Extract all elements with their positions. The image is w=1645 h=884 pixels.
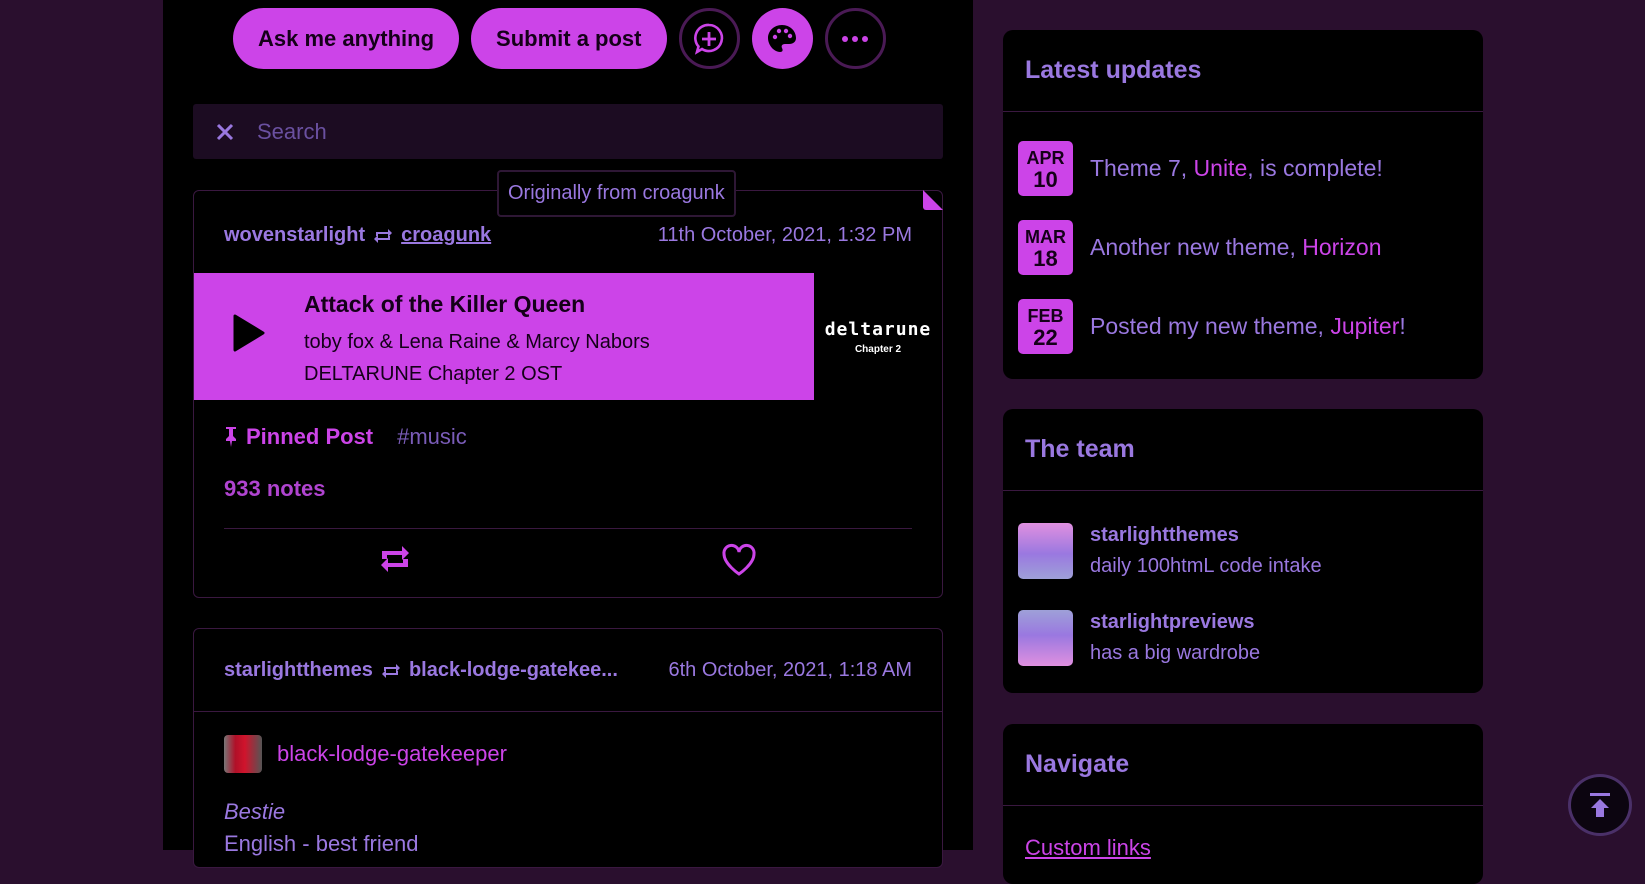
team-member[interactable]: starlightpreviews has a big wardrobe [1018,610,1260,666]
team-card: The team starlightthemes daily 100htmL c… [1003,409,1483,693]
tag-link[interactable]: #music [397,424,467,450]
post: Originally from croagunk wovenstarlight … [193,170,943,598]
submit-post-button[interactable]: Submit a post [471,8,667,69]
member-bio: daily 100htmL code intake [1090,555,1322,577]
reblog-trail-user[interactable]: black-lodge-gatekeeper [277,741,507,767]
like-button-icon[interactable] [721,543,757,577]
update-link[interactable]: Unite [1194,155,1248,181]
member-info: starlightpreviews has a big wardrobe [1090,611,1260,665]
post-body-italic: Bestie [224,799,286,824]
post-author[interactable]: wovenstarlight [224,224,365,247]
audio-player: Attack of the Killer Queen toby fox & Le… [194,273,814,400]
ask-button[interactable]: Ask me anything [233,8,460,69]
update-link[interactable]: Horizon [1302,234,1381,260]
post-body-text: English - best friend [224,831,419,856]
search-bar [193,104,943,159]
post-date[interactable]: 11th October, 2021, 1:32 PM [658,224,912,247]
top-actions: Ask me anything Submit a post [233,8,886,69]
search-input[interactable] [255,117,859,146]
navigate-card: Navigate Custom links [1003,724,1483,884]
date-badge: MAR 18 [1018,220,1073,275]
update-item: FEB 22 Posted my new theme, Jupiter! [1018,299,1406,354]
post-tags: Pinned Post #music [224,424,467,450]
divider [194,711,942,712]
scroll-to-top-button[interactable] [1568,774,1632,836]
update-item: APR 10 Theme 7, Unite, is complete! [1018,141,1383,196]
album-art-logo: deltarune [824,318,932,340]
track-title: Attack of the Killer Queen [304,291,586,317]
album-art: deltarune Chapter 2 [814,273,942,400]
track-info: Attack of the Killer Queen toby fox & Le… [304,291,650,390]
member-info: starlightthemes daily 100htmL code intak… [1090,524,1322,578]
date-badge: FEB 22 [1018,299,1073,354]
source-tooltip: Originally from croagunk [497,170,736,217]
notes-count[interactable]: 933 notes [224,476,326,502]
album-art-subtitle: Chapter 2 [854,343,902,355]
reblog-trail-header: black-lodge-gatekeeper [224,735,507,773]
divider [224,528,912,529]
post-header: wovenstarlight croagunk 11th October, 20… [224,224,912,247]
member-bio: has a big wardrobe [1090,642,1261,664]
team-member[interactable]: starlightthemes daily 100htmL code intak… [1018,523,1322,579]
update-text: Posted my new theme, Jupiter! [1090,313,1406,339]
post-header: starlightthemes black-lodge-gatekee... 6… [224,659,912,682]
post: starlightthemes black-lodge-gatekee... 6… [193,628,943,868]
card-title: Navigate [1003,724,1483,806]
clear-search-icon[interactable] [211,122,239,142]
member-name[interactable]: starlightthemes [1090,524,1322,547]
avatar[interactable] [1018,610,1073,666]
card-title: The team [1003,409,1483,491]
card-title: Latest updates [1003,30,1483,112]
play-icon[interactable] [232,313,266,353]
reblog-icon [381,662,401,680]
avatar[interactable] [224,735,262,773]
dog-ear-corner [923,190,943,210]
member-name[interactable]: starlightpreviews [1090,611,1260,634]
update-text: Another new theme, Horizon [1090,234,1382,260]
reblog-source-link[interactable]: black-lodge-gatekee... [409,659,618,682]
more-icon [842,35,868,42]
reblog-source-link[interactable]: croagunk [401,224,491,247]
latest-updates-card: Latest updates APR 10 Theme 7, Unite, is … [1003,30,1483,379]
update-item: MAR 18 Another new theme, Horizon [1018,220,1382,275]
palette-icon [768,24,796,52]
new-message-icon [694,23,724,55]
theme-button[interactable] [751,8,813,69]
main-column: Ask me anything Submit a post Originally… [163,0,973,868]
post-date[interactable]: 6th October, 2021, 1:18 AM [669,659,913,682]
track-artist: toby fox & Lena Raine & Marcy Nabors [304,331,650,353]
date-badge: APR 10 [1018,141,1073,196]
pin-icon [226,427,236,447]
avatar[interactable] [1018,523,1073,579]
pinned-badge: Pinned Post [224,424,373,450]
arrow-to-top-icon [1590,793,1610,817]
custom-links-link[interactable]: Custom links [1025,835,1151,861]
update-link[interactable]: Jupiter [1330,313,1399,339]
reblog-button-icon[interactable] [378,543,412,575]
more-button[interactable] [824,8,886,69]
new-message-button[interactable] [678,8,740,69]
update-text: Theme 7, Unite, is complete! [1090,155,1383,181]
track-album: DELTARUNE Chapter 2 OST [304,363,563,385]
post-author[interactable]: starlightthemes [224,659,373,682]
post-actions [194,543,942,583]
reblog-icon [373,227,393,245]
pinned-label: Pinned Post [246,424,374,449]
